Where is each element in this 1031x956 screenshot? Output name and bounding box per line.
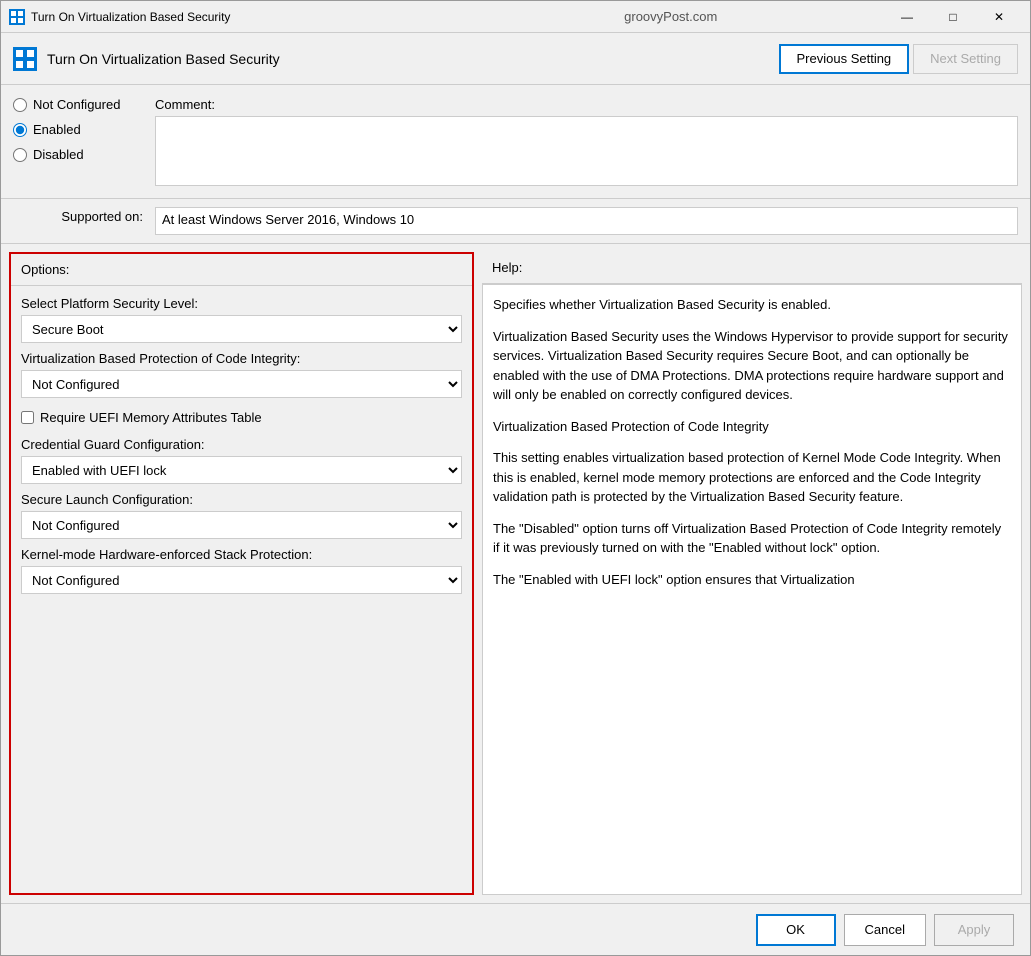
header-icon bbox=[13, 47, 37, 71]
window-icon bbox=[9, 9, 25, 25]
header-title: Turn On Virtualization Based Security bbox=[47, 51, 779, 67]
kernel-mode-label: Kernel-mode Hardware-enforced Stack Prot… bbox=[21, 547, 462, 562]
radio-disabled[interactable]: Disabled bbox=[13, 147, 143, 162]
title-bar: Turn On Virtualization Based Security gr… bbox=[1, 1, 1030, 33]
code-integrity-group: Virtualization Based Protection of Code … bbox=[21, 351, 462, 398]
top-section: Not Configured Enabled Disabled Comment: bbox=[1, 85, 1030, 199]
help-para-0: Specifies whether Virtualization Based S… bbox=[493, 295, 1011, 315]
credential-guard-label: Credential Guard Configuration: bbox=[21, 437, 462, 452]
kernel-mode-group: Kernel-mode Hardware-enforced Stack Prot… bbox=[21, 547, 462, 594]
uefi-checkbox-row[interactable]: Require UEFI Memory Attributes Table bbox=[21, 410, 462, 425]
radio-enabled-input[interactable] bbox=[13, 123, 27, 137]
help-header: Help: bbox=[482, 252, 1022, 284]
help-para-4: The "Disabled" option turns off Virtuali… bbox=[493, 519, 1011, 558]
close-button[interactable]: ✕ bbox=[976, 1, 1022, 33]
code-integrity-label: Virtualization Based Protection of Code … bbox=[21, 351, 462, 366]
radio-disabled-label: Disabled bbox=[33, 147, 84, 162]
radio-disabled-input[interactable] bbox=[13, 148, 27, 162]
site-label: groovyPost.com bbox=[458, 9, 885, 24]
secure-launch-select[interactable]: Not Configured Enabled Disabled bbox=[21, 511, 462, 539]
comment-textarea[interactable] bbox=[155, 116, 1018, 186]
header-bar: Turn On Virtualization Based Security Pr… bbox=[1, 33, 1030, 85]
code-integrity-select[interactable]: Not Configured Enabled without lock Enab… bbox=[21, 370, 462, 398]
radio-enabled-label: Enabled bbox=[33, 122, 81, 137]
bottom-bar: OK Cancel Apply bbox=[1, 903, 1030, 955]
comment-label: Comment: bbox=[155, 97, 1018, 112]
header-nav: Previous Setting Next Setting bbox=[779, 44, 1019, 74]
help-para-5: The "Enabled with UEFI lock" option ensu… bbox=[493, 570, 1011, 590]
credential-guard-group: Credential Guard Configuration: Not Conf… bbox=[21, 437, 462, 484]
platform-security-group: Select Platform Security Level: Secure B… bbox=[21, 296, 462, 343]
ok-button[interactable]: OK bbox=[756, 914, 836, 946]
help-content: Specifies whether Virtualization Based S… bbox=[482, 284, 1022, 895]
radio-group: Not Configured Enabled Disabled bbox=[13, 97, 143, 186]
prev-setting-button[interactable]: Previous Setting bbox=[779, 44, 910, 74]
apply-button: Apply bbox=[934, 914, 1014, 946]
window-controls: — □ ✕ bbox=[884, 1, 1022, 33]
secure-launch-group: Secure Launch Configuration: Not Configu… bbox=[21, 492, 462, 539]
window-title: Turn On Virtualization Based Security bbox=[31, 10, 458, 24]
options-content: Select Platform Security Level: Secure B… bbox=[11, 286, 472, 893]
options-panel: Options: Select Platform Security Level:… bbox=[9, 252, 474, 895]
supported-value: At least Windows Server 2016, Windows 10 bbox=[155, 207, 1018, 235]
uefi-checkbox[interactable] bbox=[21, 411, 34, 424]
help-para-2: Virtualization Based Protection of Code … bbox=[493, 417, 1011, 437]
options-header: Options: bbox=[11, 254, 472, 286]
help-para-3: This setting enables virtualization base… bbox=[493, 448, 1011, 507]
cancel-button[interactable]: Cancel bbox=[844, 914, 926, 946]
uefi-checkbox-label: Require UEFI Memory Attributes Table bbox=[40, 410, 262, 425]
platform-security-label: Select Platform Security Level: bbox=[21, 296, 462, 311]
platform-security-select[interactable]: Secure Boot Secure Boot and DMA Protecti… bbox=[21, 315, 462, 343]
minimize-button[interactable]: — bbox=[884, 1, 930, 33]
comment-section: Comment: bbox=[155, 97, 1018, 186]
credential-guard-select[interactable]: Not Configured Enabled with UEFI lock En… bbox=[21, 456, 462, 484]
help-para-1: Virtualization Based Security uses the W… bbox=[493, 327, 1011, 405]
radio-not-configured[interactable]: Not Configured bbox=[13, 97, 143, 112]
supported-label: Supported on: bbox=[13, 207, 143, 224]
next-setting-button: Next Setting bbox=[913, 44, 1018, 74]
secure-launch-label: Secure Launch Configuration: bbox=[21, 492, 462, 507]
main-panels: Options: Select Platform Security Level:… bbox=[1, 244, 1030, 903]
main-window: Turn On Virtualization Based Security gr… bbox=[0, 0, 1031, 956]
kernel-mode-select[interactable]: Not Configured Enabled in audit mode Ena… bbox=[21, 566, 462, 594]
help-panel: Help: Specifies whether Virtualization B… bbox=[482, 252, 1022, 895]
supported-section: Supported on: At least Windows Server 20… bbox=[1, 199, 1030, 244]
radio-enabled[interactable]: Enabled bbox=[13, 122, 143, 137]
content-area: Not Configured Enabled Disabled Comment:… bbox=[1, 85, 1030, 903]
radio-not-configured-label: Not Configured bbox=[33, 97, 120, 112]
maximize-button[interactable]: □ bbox=[930, 1, 976, 33]
radio-not-configured-input[interactable] bbox=[13, 98, 27, 112]
